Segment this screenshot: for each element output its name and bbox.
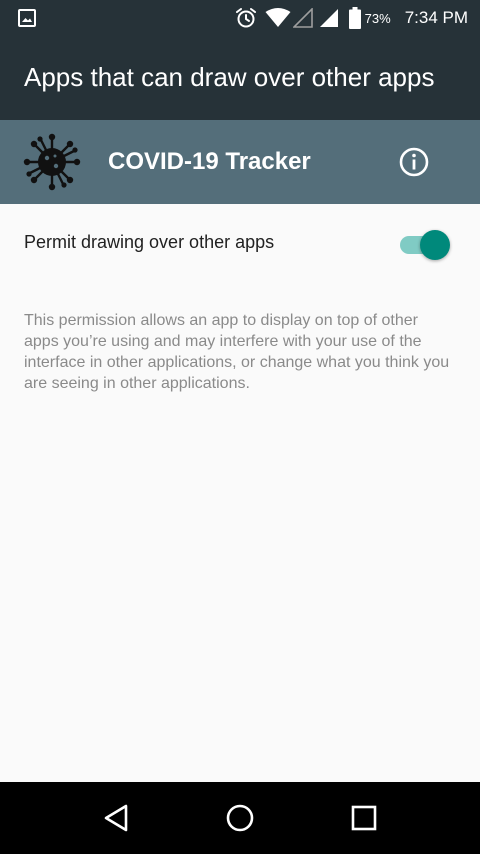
status-clock: 7:34 PM	[404, 8, 468, 27]
permit-drawing-row[interactable]: Permit drawing over other apps	[0, 204, 480, 282]
permit-drawing-toggle[interactable]	[398, 228, 452, 260]
info-icon[interactable]	[396, 144, 432, 180]
home-icon[interactable]	[222, 800, 258, 836]
alarm-icon	[235, 7, 257, 29]
permit-drawing-label: Permit drawing over other apps	[24, 232, 275, 252]
virus-icon	[22, 132, 82, 192]
recents-icon[interactable]	[346, 800, 382, 836]
battery-percentage: 73%	[364, 10, 391, 26]
status-bar: 73% 7:34 PM	[0, 0, 480, 36]
settings-screen: 73% 7:34 PM Apps that can draw over othe…	[0, 0, 480, 854]
app-name: COVID-19 Tracker	[108, 148, 311, 175]
image-notification-icon	[18, 9, 36, 27]
app-header: COVID-19 Tracker	[0, 120, 480, 204]
permission-description: This permission allows an app to display…	[24, 312, 450, 392]
toolbar: Apps that can draw over other apps	[0, 36, 480, 120]
toggle-thumb	[420, 230, 450, 260]
battery-icon	[348, 7, 361, 29]
signal-empty-icon	[292, 8, 313, 28]
signal-icon	[319, 8, 339, 28]
wifi-icon	[265, 8, 291, 28]
back-icon[interactable]	[99, 800, 135, 836]
navigation-bar	[0, 782, 480, 854]
page-title: Apps that can draw over other apps	[24, 62, 435, 92]
